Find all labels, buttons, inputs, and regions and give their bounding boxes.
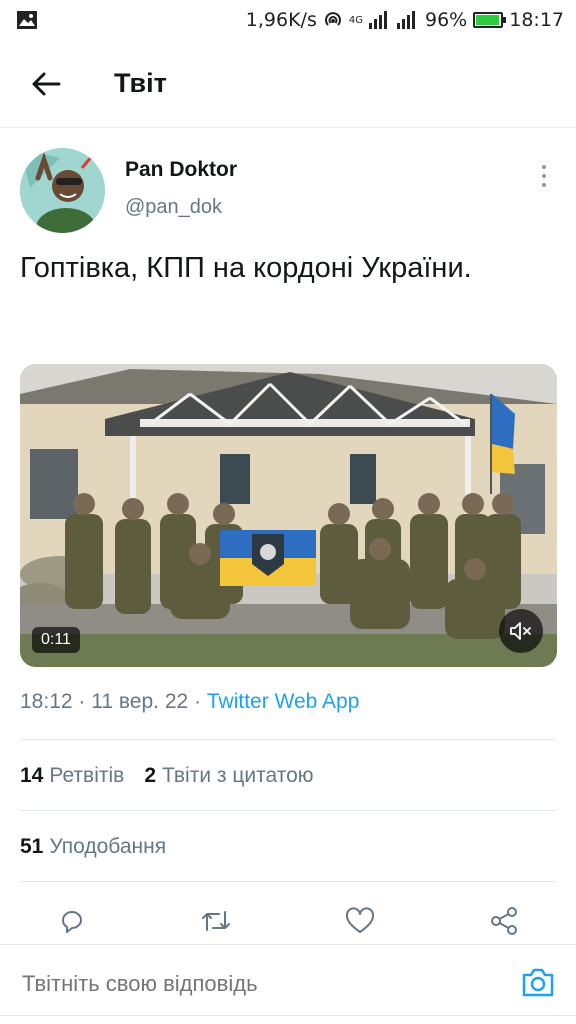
likes-count: 51 [20, 835, 44, 858]
engagement-stats: 14 Ретвітів 2 Твіти з цитатою [20, 764, 314, 788]
share-icon [491, 907, 517, 935]
retweets-count: 14 [20, 764, 44, 787]
battery-icon [473, 12, 507, 28]
tweet-video[interactable]: 0:11 [20, 364, 557, 667]
display-name[interactable]: Pan Doktor [125, 158, 237, 182]
likes-stat[interactable]: 51 Уподобання [20, 835, 166, 859]
tweet-meta: 18:12 · 11 вер. 22 · Twitter Web App [20, 690, 359, 714]
like-icon [345, 907, 375, 933]
quotes-count: 2 [144, 764, 156, 787]
reply-icon [62, 911, 82, 933]
meta-separator-2: · [194, 690, 202, 713]
quotes-label: Твіти з цитатою [162, 764, 314, 787]
page-title: Твіт [114, 68, 167, 98]
avatar-image [20, 148, 105, 233]
tweet-time: 18:12 [20, 690, 73, 713]
top-bar: Твіт [0, 40, 576, 128]
camera-icon [522, 968, 554, 997]
like-button[interactable] [338, 900, 382, 942]
retweet-button[interactable] [194, 900, 238, 942]
tweet-date: 11 вер. 22 [91, 690, 189, 713]
retweet-icon [202, 911, 230, 931]
status-bar: 1,96K/s 4G 96% 18:17 [0, 0, 576, 40]
network-type: 4G [348, 14, 363, 26]
tweet-source-link[interactable]: Twitter Web App [207, 690, 360, 713]
likes-stats: 51 Уподобання [20, 835, 166, 859]
divider [20, 810, 556, 811]
tweet-text: Гоптівка, КПП на кордоні України. [20, 252, 472, 284]
quotes-stat[interactable]: 2 Твіти з цитатою [144, 764, 313, 788]
meta-separator: · [78, 690, 86, 713]
video-duration: 0:11 [32, 627, 80, 653]
clock: 18:17 [509, 9, 564, 31]
mute-button[interactable] [499, 609, 543, 653]
reply-bar [0, 944, 576, 1024]
more-vertical-icon [542, 165, 546, 169]
hotspot-icon [324, 12, 341, 26]
tweet-actions [0, 900, 576, 942]
retweets-label: Ретвітів [49, 764, 125, 787]
camera-button[interactable] [520, 965, 556, 1001]
battery-percent: 96% [425, 9, 468, 31]
back-arrow-icon [32, 72, 61, 95]
divider [20, 739, 556, 740]
reply-button[interactable] [50, 900, 94, 942]
likes-label: Уподобання [49, 835, 167, 858]
avatar[interactable] [20, 148, 105, 233]
mute-icon [510, 622, 531, 640]
more-options-button[interactable] [532, 162, 556, 190]
reply-input[interactable] [22, 971, 462, 997]
user-handle[interactable]: @pan_dok [125, 196, 237, 219]
reply-underline [0, 1015, 576, 1016]
back-button[interactable] [16, 54, 76, 114]
network-speed: 1,96K/s [245, 9, 317, 31]
signal-icon-2 [397, 11, 415, 29]
share-button[interactable] [482, 900, 526, 942]
signal-icon [369, 11, 387, 29]
retweets-stat[interactable]: 14 Ретвітів [20, 764, 124, 788]
tweet-author: Pan Doktor @pan_dok [20, 148, 556, 234]
divider [20, 881, 556, 882]
video-thumbnail [20, 364, 557, 667]
image-notification-icon [17, 11, 37, 29]
